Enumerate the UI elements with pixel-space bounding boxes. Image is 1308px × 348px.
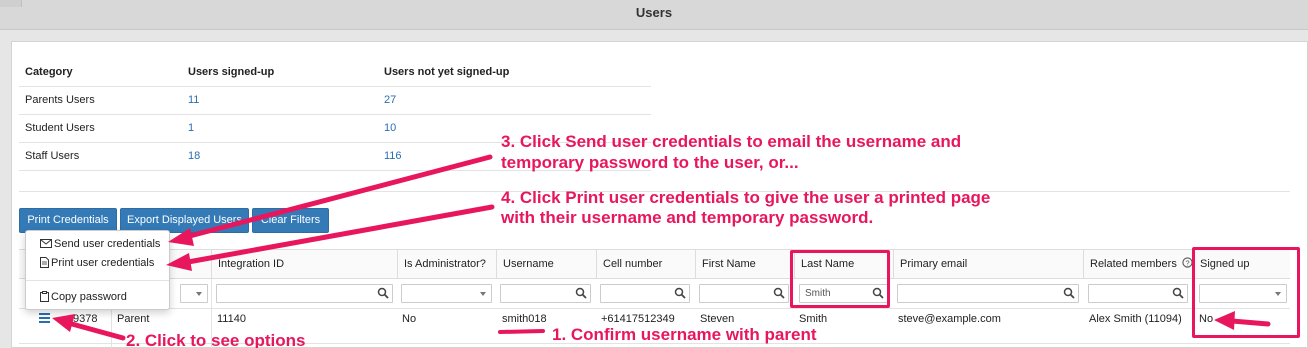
arrow-step4 xyxy=(185,204,495,265)
arrow-signed-up-head xyxy=(1214,311,1235,330)
arrow-step3 xyxy=(183,154,493,240)
arrow-step1 xyxy=(498,329,545,334)
arrow-step2-head xyxy=(52,314,75,332)
annotation-arrows xyxy=(52,154,1271,341)
arrow-step4-head xyxy=(166,253,192,271)
arrow-signed-up xyxy=(1229,318,1271,327)
arrow-step2 xyxy=(69,321,126,341)
arrow-step3-head xyxy=(168,228,194,246)
